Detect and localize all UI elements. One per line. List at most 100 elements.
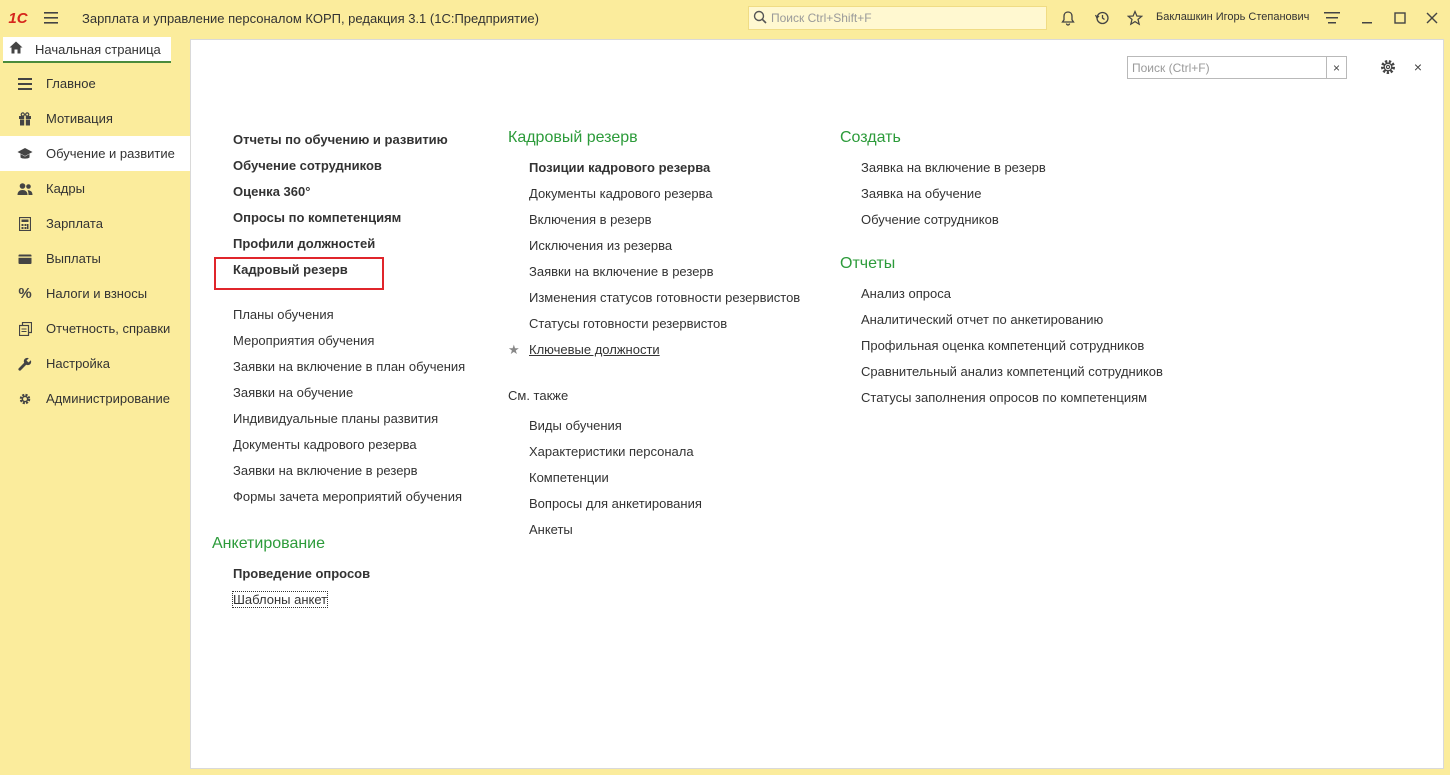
column-training: Отчеты по обучению и развитию Обучение с…: [233, 127, 465, 510]
link-survey-analytics-report[interactable]: Аналитический отчет по анкетированию: [861, 307, 1163, 333]
search-icon: [753, 10, 767, 27]
link-credit-forms[interactable]: Формы зачета мероприятий обучения: [233, 484, 465, 510]
home-icon: [9, 41, 23, 57]
section-surveys: Анкетирование Проведение опросов Шаблоны…: [212, 531, 370, 613]
main-panel: × × Отчеты по обучению и развитию Обучен…: [190, 39, 1444, 769]
link-training-reports[interactable]: Отчеты по обучению и развитию: [233, 127, 465, 153]
link-key-positions[interactable]: Ключевые должности: [529, 337, 660, 363]
link-create-reserve-request[interactable]: Заявка на включение в резерв: [861, 155, 1163, 181]
settings-lines-icon[interactable]: [1320, 6, 1344, 30]
link-conduct-surveys[interactable]: Проведение опросов: [233, 561, 370, 587]
settings-gear-icon[interactable]: [1377, 56, 1399, 78]
link-reserve-inclusion-requests[interactable]: Заявки на включение в резерв: [233, 458, 465, 484]
home-tab-label: Начальная страница: [35, 41, 161, 57]
sidebar-item-admin[interactable]: Администрирование: [0, 381, 190, 416]
link-training-types[interactable]: Виды обучения: [529, 413, 800, 439]
link-readiness-statuses[interactable]: Статусы готовности резервистов: [529, 311, 800, 337]
link-training-events[interactable]: Мероприятия обучения: [233, 328, 465, 354]
column-reserve: Кадровый резерв Позиции кадрового резерв…: [508, 125, 800, 543]
home-tab[interactable]: Начальная страница: [3, 37, 171, 63]
title-bar: 1С Зарплата и управление персоналом КОРП…: [0, 0, 1450, 36]
link-reserve-inclusions[interactable]: Включения в резерв: [529, 207, 800, 233]
highlight-box: [214, 257, 384, 290]
star-icon[interactable]: [1123, 6, 1147, 30]
sidebar-item-label: Отчетность, справки: [46, 321, 171, 336]
link-readiness-status-changes[interactable]: Изменения статусов готовности резервисто…: [529, 285, 800, 311]
link-reserve-documents[interactable]: Документы кадрового резерва: [233, 432, 465, 458]
sidebar-item-settings[interactable]: Настройка: [0, 346, 190, 381]
section-title-create: Создать: [840, 129, 901, 146]
graduation-cap-icon: [16, 145, 34, 163]
history-icon[interactable]: [1090, 6, 1114, 30]
link-reserve-documents-2[interactable]: Документы кадрового резерва: [529, 181, 800, 207]
sidebar-item-training[interactable]: Обучение и развитие: [0, 136, 190, 171]
sidebar-item-main[interactable]: Главное: [0, 66, 190, 101]
section-title-surveys: Анкетирование: [212, 535, 326, 552]
sidebar-item-payments[interactable]: Выплаты: [0, 241, 190, 276]
global-search-input[interactable]: [771, 11, 1031, 25]
minimize-icon[interactable]: [1355, 6, 1379, 30]
gift-icon: [16, 110, 34, 128]
bell-icon[interactable]: [1056, 6, 1080, 30]
link-job-profiles[interactable]: Профили должностей: [233, 231, 465, 257]
sidebar-item-reports[interactable]: Отчетность, справки: [0, 311, 190, 346]
column-create-reports: Создать Заявка на включение в резерв Зая…: [840, 125, 1163, 411]
link-survey-completion-statuses[interactable]: Статусы заполнения опросов по компетенци…: [861, 385, 1163, 411]
page-search[interactable]: ×: [1127, 56, 1347, 79]
link-training-plans[interactable]: Планы обучения: [233, 302, 465, 328]
app-title: Зарплата и управление персоналом КОРП, р…: [82, 10, 539, 26]
section-title-reserve: Кадровый резерв: [508, 129, 638, 146]
link-development-plans[interactable]: Индивидуальные планы развития: [233, 406, 465, 432]
link-competencies[interactable]: Компетенции: [529, 465, 800, 491]
link-360-assessment[interactable]: Оценка 360°: [233, 179, 465, 205]
calculator-icon: [16, 215, 34, 233]
favorite-row: ★ Ключевые должности: [508, 337, 800, 363]
link-questionnaires[interactable]: Анкеты: [529, 517, 800, 543]
wallet-icon: [16, 250, 34, 268]
people-icon: [16, 180, 34, 198]
global-search[interactable]: [748, 6, 1047, 30]
link-survey-templates[interactable]: Шаблоны анкет: [231, 587, 370, 613]
sidebar-item-label: Обучение и развитие: [46, 146, 175, 161]
clear-search-button[interactable]: ×: [1326, 57, 1346, 78]
link-reserve-exclusions[interactable]: Исключения из резерва: [529, 233, 800, 259]
page-search-input[interactable]: [1128, 57, 1324, 78]
sidebar-item-motivation[interactable]: Мотивация: [0, 101, 190, 136]
sidebar-item-label: Мотивация: [46, 111, 113, 126]
home-tab-bar: Начальная страница: [0, 36, 190, 66]
link-survey-analysis[interactable]: Анализ опроса: [861, 281, 1163, 307]
link-survey-questions[interactable]: Вопросы для анкетирования: [529, 491, 800, 517]
sidebar: Главное Мотивация Обучение и развитие Ка…: [0, 66, 190, 775]
link-reserve-inclusion-requests-2[interactable]: Заявки на включение в резерв: [529, 259, 800, 285]
favorite-star-icon[interactable]: ★: [508, 342, 529, 358]
sidebar-item-staff[interactable]: Кадры: [0, 171, 190, 206]
link-comparative-competency-analysis[interactable]: Сравнительный анализ компетенций сотрудн…: [861, 359, 1163, 385]
link-profile-competency-assessment[interactable]: Профильная оценка компетенций сотруднико…: [861, 333, 1163, 359]
sidebar-item-label: Кадры: [46, 181, 85, 196]
sidebar-item-label: Главное: [46, 76, 96, 91]
section-title-reports: Отчеты: [840, 255, 896, 272]
user-name[interactable]: Баклашкин Игорь Степанович: [1156, 11, 1309, 23]
gear-icon: [16, 390, 34, 408]
sidebar-item-label: Администрирование: [46, 391, 170, 406]
app-logo[interactable]: 1С: [0, 0, 36, 36]
sidebar-item-label: Выплаты: [46, 251, 101, 266]
link-plan-inclusion-requests[interactable]: Заявки на включение в план обучения: [233, 354, 465, 380]
close-icon[interactable]: [1420, 6, 1444, 30]
documents-icon: [16, 320, 34, 338]
link-staff-characteristics[interactable]: Характеристики персонала: [529, 439, 800, 465]
link-create-employee-training[interactable]: Обучение сотрудников: [861, 207, 1163, 233]
sidebar-item-salary[interactable]: Зарплата: [0, 206, 190, 241]
menu-icon[interactable]: [36, 0, 66, 36]
link-create-training-request[interactable]: Заявка на обучение: [861, 181, 1163, 207]
link-employee-training[interactable]: Обучение сотрудников: [233, 153, 465, 179]
sidebar-item-taxes[interactable]: % Налоги и взносы: [0, 276, 190, 311]
maximize-icon[interactable]: [1388, 6, 1412, 30]
sidebar-item-label: Налоги и взносы: [46, 286, 148, 301]
percent-icon: %: [18, 285, 32, 302]
link-training-requests[interactable]: Заявки на обучение: [233, 380, 465, 406]
sidebar-item-label: Зарплата: [46, 216, 103, 231]
link-reserve-positions[interactable]: Позиции кадрового резерва: [529, 155, 800, 181]
link-competency-surveys[interactable]: Опросы по компетенциям: [233, 205, 465, 231]
close-page-button[interactable]: ×: [1407, 56, 1429, 78]
